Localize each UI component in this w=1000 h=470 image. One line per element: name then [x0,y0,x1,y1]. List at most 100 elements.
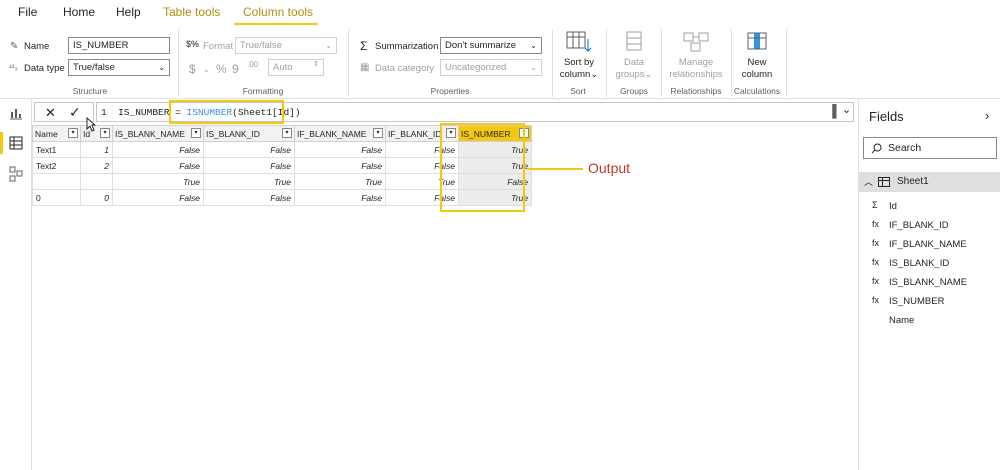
tab-column-tools[interactable]: Column tools [243,5,313,19]
calc-line1: New [747,57,767,68]
name-field[interactable]: IS_NUMBER [68,37,170,54]
table-cell[interactable]: False [112,157,204,174]
calc-column-icon: fx [872,257,880,267]
table-cell[interactable]: Text1 [32,141,81,158]
datatype-value: True/false [73,62,115,73]
category-select[interactable]: Uncategorized ⌄ [440,59,542,76]
table-cell[interactable]: True [294,173,386,190]
output-highlight-box [440,123,525,212]
column-filter-icon[interactable]: ▾ [282,128,292,138]
sigma-icon: Σ [360,39,368,53]
format-label: Format [203,41,234,52]
cancel-icon[interactable]: ✕ [45,105,56,121]
table-cell[interactable]: False [203,189,295,206]
manage-relationships-button[interactable]: Manage relationships [664,31,728,81]
table-cell[interactable]: Text2 [32,157,81,174]
summarization-select[interactable]: Don't summarize ⌄ [440,37,542,54]
chevron-right-icon[interactable]: › [985,108,989,123]
calc-column-icon: fx [872,219,880,229]
fields-title: Fields [869,109,904,124]
divider [786,29,787,97]
tab-table-tools[interactable]: Table tools [163,5,220,19]
table-cell[interactable]: 2 [80,157,113,174]
table-cell[interactable]: 0 [32,189,81,206]
groups-line2: groups [615,69,645,80]
table-cell[interactable]: False [203,157,295,174]
group-sort: Sort [570,86,586,96]
table-cell[interactable]: False [203,141,295,158]
new-column-button[interactable]: New column [735,31,779,81]
calc-column-icon: fx [872,276,880,286]
column-header[interactable]: IS_BLANK_NAME ▾ [112,125,204,142]
calc-line2: column [741,69,773,80]
data-view-icon[interactable] [9,136,23,150]
field-label: IF_BLANK_NAME [889,239,967,250]
column-filter-icon[interactable]: ▾ [68,128,78,138]
column-header[interactable]: Name ▾ [32,125,81,142]
table-cell[interactable]: False [112,141,204,158]
table-cell[interactable] [32,173,81,190]
header-label: IS_BLANK_NAME [115,128,185,139]
table-cell[interactable]: True [112,173,204,190]
field-label: Name [889,315,915,326]
report-view-icon[interactable] [9,106,23,120]
table-cell[interactable]: False [294,141,386,158]
field-label: Id [889,201,897,212]
percent-icon[interactable]: % [216,62,227,76]
mouse-cursor-icon [86,117,96,132]
tab-help[interactable]: Help [116,5,141,19]
active-view-indicator [0,132,3,154]
table-cell[interactable]: False [112,189,204,206]
summarization-value: Don't summarize [445,40,516,51]
commit-icon[interactable]: ✓ [69,104,81,121]
column-filter-icon[interactable]: ▾ [191,128,201,138]
divider [348,29,349,97]
chevron-down-icon: ⌄ [530,41,537,50]
fields-search-input[interactable]: Search [863,137,997,159]
fields-table-sheet1[interactable]: ︿ Sheet1 [859,172,1000,192]
expand-formula-icon[interactable]: ⌄ [842,103,851,116]
group-relationships: Relationships [670,86,722,96]
view-rail [0,99,32,470]
groups-line1: Data [623,57,645,68]
data-groups-button[interactable]: Data groups⌄ [610,31,658,81]
currency-icon[interactable]: $ [189,62,196,76]
decimals-icon[interactable]: .00 [247,61,258,69]
table-cell[interactable]: False [294,189,386,206]
name-field-value: IS_NUMBER [73,40,129,51]
formula-buttons: ✕ ✓ [34,102,94,122]
output-annotation: Output [588,160,631,176]
auto-stepper[interactable]: Auto ⇕ [268,59,324,76]
column-header[interactable]: IS_BLANK_ID ▾ [203,125,295,142]
tab-home[interactable]: Home [63,5,95,19]
table-cell[interactable]: True [203,173,295,190]
header-label: IF_BLANK_ID [388,128,442,139]
format-select[interactable]: True/false ⌄ [235,37,337,54]
column-filter-icon[interactable]: ▾ [373,128,383,138]
formula-line-number: 1 [101,107,107,118]
table-cell[interactable]: 0 [80,189,113,206]
datatype-label: Data type [24,63,65,74]
divider [661,29,662,97]
column-header[interactable]: IF_BLANK_NAME ▾ [294,125,386,142]
datatype-select[interactable]: True/false ⌄ [68,59,170,76]
summarization-label: Summarization [375,41,439,52]
table-cell[interactable]: False [294,157,386,174]
active-tab-indicator [234,23,318,25]
sort-by-column-button[interactable]: Sort by column⌄ [556,31,602,81]
collapse-icon[interactable]: ︿ [864,175,873,188]
divider [606,29,607,97]
divider [552,29,553,97]
relationships-line1: Manage [678,57,714,68]
chevron-down-icon: ⌄ [530,63,537,72]
sigma-icon: Σ [872,200,878,210]
model-view-icon[interactable] [9,166,23,182]
table-cell[interactable]: 1 [80,141,113,158]
search-icon [871,143,882,154]
column-filter-icon[interactable]: ▾ [100,128,110,138]
table-cell[interactable] [80,173,113,190]
tab-file[interactable]: File [18,5,37,19]
relationships-line2: relationships [669,69,723,80]
comma-icon[interactable]: 9 [232,62,239,76]
output-connector [527,168,583,170]
